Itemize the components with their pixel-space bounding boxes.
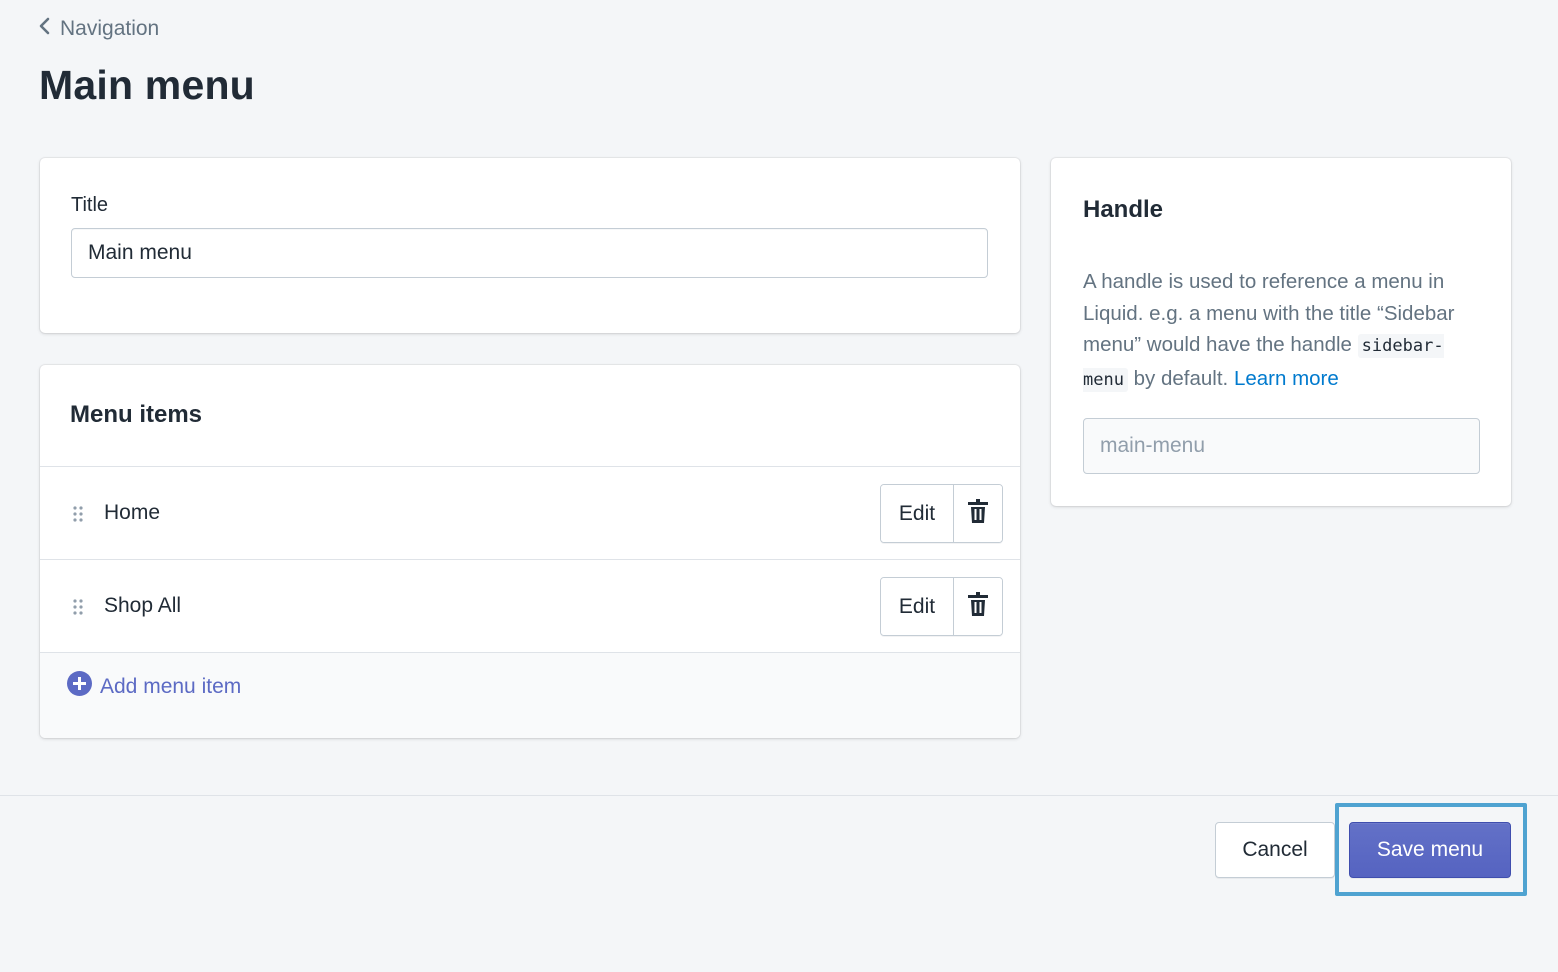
menu-items-heading: Menu items [70, 401, 203, 428]
menu-item-label: Home [104, 501, 161, 524]
drag-handle-icon[interactable] [72, 505, 84, 523]
cancel-button[interactable]: Cancel [1215, 822, 1335, 878]
menu-item-actions: Edit [880, 484, 1003, 543]
handle-card: Handle A handle is used to reference a m… [1051, 158, 1511, 506]
learn-more-link[interactable]: Learn more [1234, 367, 1339, 390]
footer-divider [0, 795, 1558, 796]
plus-circle-icon [67, 671, 92, 702]
menu-item-row: Home Edit [40, 466, 1020, 559]
title-input[interactable] [71, 228, 988, 278]
handle-heading: Handle [1083, 196, 1164, 223]
handle-description-text-end: by default. [1127, 366, 1234, 390]
edit-button[interactable]: Edit [881, 578, 954, 635]
menu-item-row: Shop All Edit [40, 559, 1020, 652]
edit-button[interactable]: Edit [881, 485, 954, 542]
breadcrumb-label: Navigation [60, 17, 160, 40]
title-card: Title [40, 158, 1020, 333]
handle-description: A handle is used to reference a menu in … [1083, 266, 1488, 396]
page-title: Main menu [39, 62, 255, 108]
title-field-label: Title [71, 194, 109, 216]
menu-items-card: Menu items Home Edit Shop All Edit Add m… [40, 365, 1020, 738]
add-menu-item-row: Add menu item [40, 652, 1020, 738]
menu-item-label: Shop All [104, 594, 182, 617]
save-menu-button[interactable]: Save menu [1349, 822, 1511, 878]
delete-button[interactable] [954, 578, 1002, 635]
chevron-left-icon [38, 16, 52, 42]
delete-button[interactable] [954, 485, 1002, 542]
add-menu-item-button[interactable]: Add menu item [67, 671, 241, 702]
menu-item-actions: Edit [880, 577, 1003, 636]
trash-icon [967, 498, 989, 529]
drag-handle-icon[interactable] [72, 598, 84, 616]
handle-input[interactable] [1083, 418, 1480, 474]
add-menu-item-label: Add menu item [100, 674, 242, 698]
breadcrumb[interactable]: Navigation [38, 16, 159, 42]
trash-icon [967, 591, 989, 622]
